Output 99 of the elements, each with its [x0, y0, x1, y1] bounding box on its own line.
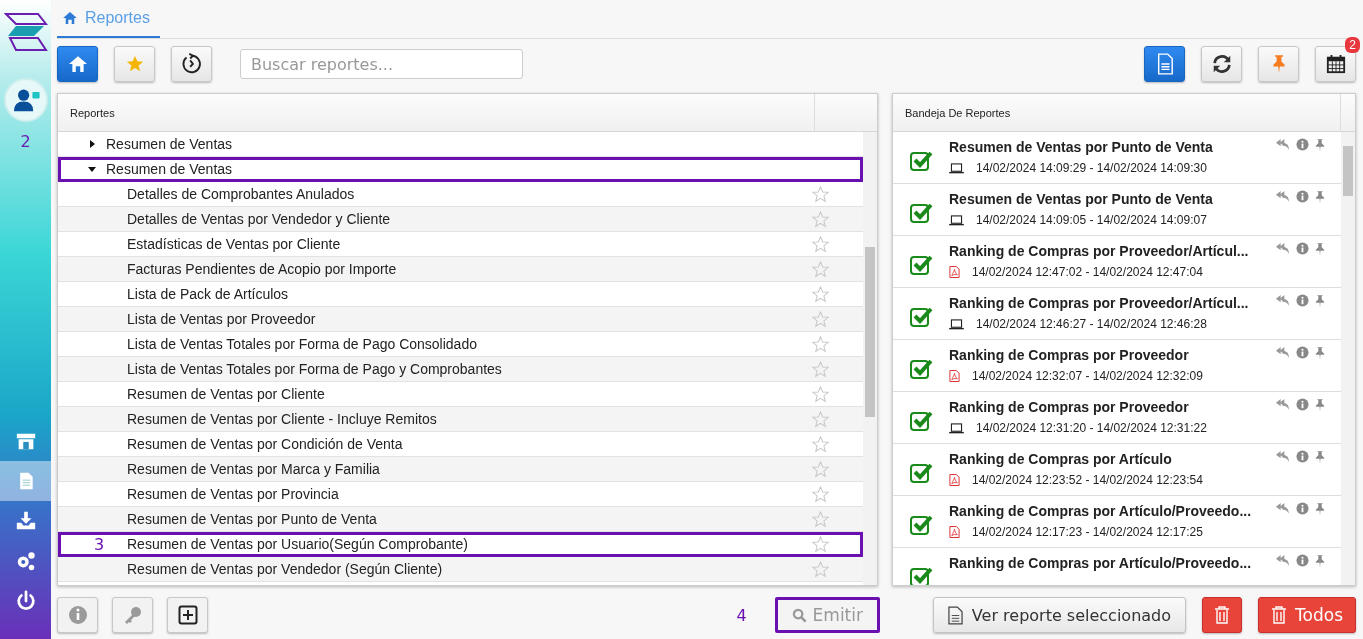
report-title[interactable]: Ranking de Compras por Artículo/Proveedo... [949, 554, 1275, 572]
reply-all-icon[interactable] [1275, 242, 1290, 255]
group-label: Resumen de Ventas [106, 161, 233, 177]
history-button[interactable] [171, 46, 212, 82]
info-icon [67, 605, 88, 625]
star-icon[interactable] [812, 385, 829, 403]
star-icon [125, 55, 144, 73]
refresh-button[interactable] [1201, 46, 1242, 82]
callout-number: 3 [94, 534, 105, 554]
star-icon[interactable] [812, 310, 829, 328]
star-icon[interactable] [812, 535, 829, 553]
report-title[interactable]: Ranking de Compras por Artículo [949, 450, 1275, 468]
callout-number: 2 [20, 132, 31, 151]
time-range: 14/02/2024 12:32:07 - 14/02/2024 12:32:09 [972, 369, 1203, 383]
reply-all-icon[interactable] [1275, 554, 1290, 567]
report-title[interactable]: Ranking de Compras por Proveedor [949, 346, 1275, 364]
star-icon[interactable] [812, 435, 829, 453]
scrollbar[interactable] [1341, 132, 1355, 585]
report-item[interactable]: Lista de Pack de Artículos [127, 286, 812, 302]
delete-button[interactable] [1202, 597, 1243, 633]
star-icon[interactable] [812, 185, 829, 203]
plus-box-icon [177, 605, 198, 625]
user-avatar[interactable] [3, 78, 48, 122]
report-title[interactable]: Ranking de Compras por Proveedor [949, 398, 1275, 416]
star-icon[interactable] [812, 560, 829, 578]
report-item[interactable]: Resumen de Ventas por Usuario(Según Comprobante) [127, 536, 812, 552]
info-icon[interactable] [1296, 450, 1309, 463]
info-icon[interactable] [1296, 398, 1309, 411]
key-button[interactable] [112, 597, 153, 633]
star-icon[interactable] [812, 360, 829, 378]
document-icon [1155, 53, 1174, 75]
time-range: 14/02/2024 12:23:52 - 14/02/2024 12:23:54 [972, 473, 1203, 487]
panel-title: Reportes [69, 106, 116, 119]
document-icon [947, 605, 963, 625]
report-item[interactable]: Resumen de Ventas por Cliente [127, 386, 812, 402]
calendar-icon [1325, 54, 1346, 74]
trash-icon [1214, 606, 1231, 624]
time-range: 14/02/2024 14:09:29 - 14/02/2024 14:09:30 [976, 161, 1207, 175]
refresh-icon [1210, 53, 1233, 75]
panel-title: Bandeja De Reportes [904, 106, 1012, 119]
home-button[interactable] [57, 46, 98, 82]
info-icon[interactable] [1296, 554, 1309, 567]
info-icon[interactable] [1296, 138, 1309, 151]
view-report-button[interactable]: Ver reporte seleccionado [932, 597, 1187, 633]
star-icon[interactable] [812, 260, 829, 278]
info-icon[interactable] [1296, 242, 1309, 255]
reply-all-icon[interactable] [1275, 502, 1290, 515]
star-icon[interactable] [812, 485, 829, 503]
time-range: 14/02/2024 12:31:20 - 14/02/2024 12:31:22 [976, 421, 1207, 435]
report-title[interactable]: Resumen de Ventas por Punto de Venta [949, 190, 1275, 208]
report-item[interactable]: Estadísticas de Ventas por Cliente [127, 236, 812, 252]
search-field[interactable]: Buscar reportes... [240, 49, 523, 79]
delete-all-button[interactable]: Todos [1258, 597, 1356, 633]
star-icon[interactable] [812, 335, 829, 353]
tree-group-row[interactable]: Resumen de Ventas [58, 132, 863, 157]
group-label: Resumen de Ventas [106, 136, 233, 152]
star-icon[interactable] [812, 410, 829, 428]
info-icon[interactable] [1296, 346, 1309, 359]
add-button[interactable] [167, 597, 208, 633]
reply-all-icon[interactable] [1275, 190, 1290, 203]
report-title[interactable]: Ranking de Compras por Proveedor/Artícul... [949, 294, 1275, 312]
star-icon[interactable] [812, 460, 829, 478]
reply-all-icon[interactable] [1275, 294, 1290, 307]
time-range: 14/02/2024 12:46:27 - 14/02/2024 12:46:28 [976, 317, 1207, 331]
callout-number: 4 [736, 605, 747, 625]
report-title[interactable]: Ranking de Compras por Proveedor/Artícul... [949, 242, 1275, 260]
info-button[interactable] [57, 597, 98, 633]
notification-badge: 2 [1345, 37, 1360, 53]
star-icon[interactable] [812, 210, 829, 228]
logo-icon [3, 12, 48, 52]
scrollbar[interactable] [863, 132, 877, 585]
reply-all-icon[interactable] [1275, 450, 1290, 463]
favorites-button[interactable] [114, 46, 155, 82]
reply-all-icon[interactable] [1275, 346, 1290, 359]
info-icon[interactable] [1296, 190, 1309, 203]
time-range: 14/02/2024 12:47:02 - 14/02/2024 12:47:04 [972, 265, 1203, 279]
home-icon [68, 56, 87, 72]
star-icon[interactable] [812, 510, 829, 528]
star-icon[interactable] [812, 285, 829, 303]
report-title[interactable]: Resumen de Ventas por Punto de Venta [949, 138, 1275, 156]
reply-all-icon[interactable] [1275, 398, 1290, 411]
document-button[interactable] [1144, 46, 1185, 82]
trash-icon [1271, 606, 1288, 624]
report-item[interactable]: Detalles de Comprobantes Anulados [127, 186, 812, 202]
time-range: 14/02/2024 14:09:05 - 14/02/2024 14:09:07 [976, 213, 1207, 227]
home-icon [63, 12, 77, 24]
history-icon [180, 53, 203, 75]
pin-button[interactable] [1258, 46, 1299, 82]
time-range: 14/02/2024 12:17:23 - 14/02/2024 12:17:25 [972, 525, 1203, 539]
report-title[interactable]: Ranking de Compras por Artículo/Proveedo... [949, 502, 1275, 520]
tree-group-row[interactable]: Resumen de Ventas [58, 157, 863, 182]
reply-all-icon[interactable] [1275, 138, 1290, 151]
report-item[interactable]: Lista de Ventas Totales por Forma de Pago Consolidado [127, 336, 812, 352]
search-icon [791, 607, 807, 623]
report-item[interactable]: Resumen de Ventas por Condición de Venta [127, 436, 812, 452]
info-icon[interactable] [1296, 502, 1309, 515]
report-item[interactable]: Resumen de Ventas por Provincia [127, 486, 812, 502]
star-icon[interactable] [812, 235, 829, 253]
info-icon[interactable] [1296, 294, 1309, 307]
